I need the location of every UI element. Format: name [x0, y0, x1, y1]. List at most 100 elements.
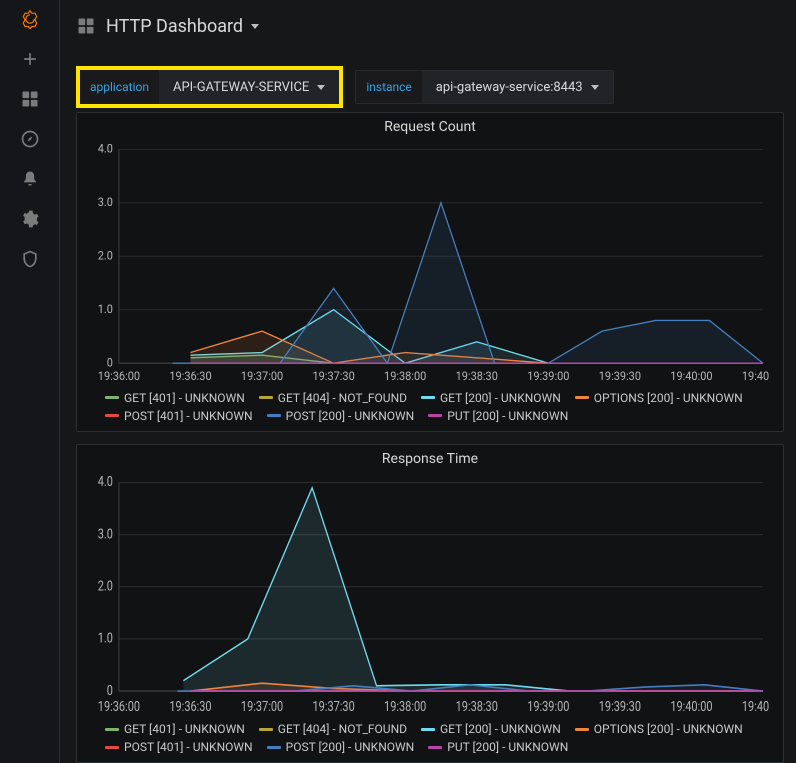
legend-item[interactable]: POST [401] - UNKNOWN — [105, 740, 253, 754]
legend: GET [401] - UNKNOWN GET [404] - NOT_FOUND… — [77, 387, 783, 425]
variable-bar: applicationAPI-GATEWAY-SERVICEinstanceap… — [76, 62, 784, 112]
legend: GET [401] - UNKNOWN GET [404] - NOT_FOUND… — [77, 718, 783, 756]
svg-text:2.0: 2.0 — [98, 578, 113, 595]
svg-text:2.0: 2.0 — [98, 249, 113, 262]
svg-text:19:37:30: 19:37:30 — [312, 370, 354, 383]
svg-text:3.0: 3.0 — [98, 196, 113, 209]
legend-label: POST [401] - UNKNOWN — [124, 409, 253, 423]
panel-title[interactable]: Response Time — [77, 445, 783, 471]
legend-swatch — [259, 396, 273, 399]
legend-label: GET [401] - UNKNOWN — [124, 391, 245, 405]
sidebar — [0, 0, 60, 763]
legend-swatch — [105, 746, 119, 749]
legend-label: GET [404] - NOT_FOUND — [278, 722, 407, 736]
shield-icon[interactable] — [19, 248, 41, 270]
legend-item[interactable]: OPTIONS [200] - UNKNOWN — [575, 391, 743, 405]
dashboard-icon — [76, 16, 96, 36]
svg-text:19:40:00: 19:40:00 — [670, 698, 712, 715]
legend-swatch — [428, 746, 442, 749]
variable-value[interactable]: API-GATEWAY-SERVICE — [159, 70, 339, 104]
panel-title[interactable]: Request Count — [77, 113, 783, 139]
plus-icon[interactable] — [19, 48, 41, 70]
dashboards-icon[interactable] — [19, 88, 41, 110]
dashboard-title-dropdown[interactable]: HTTP Dashboard — [106, 16, 259, 37]
legend-label: GET [200] - UNKNOWN — [440, 722, 561, 736]
logo-icon[interactable] — [19, 8, 41, 30]
svg-text:19:40:30: 19:40:30 — [742, 698, 769, 715]
svg-text:4.0: 4.0 — [98, 143, 113, 156]
legend-swatch — [575, 728, 589, 731]
legend-item[interactable]: GET [401] - UNKNOWN — [105, 722, 245, 736]
variable-value[interactable]: api-gateway-service:8443 — [422, 71, 613, 103]
legend-label: GET [200] - UNKNOWN — [440, 391, 561, 405]
svg-text:19:38:00: 19:38:00 — [384, 370, 426, 383]
svg-text:19:36:00: 19:36:00 — [98, 370, 140, 383]
legend-label: POST [200] - UNKNOWN — [286, 740, 415, 754]
dashboard-title: HTTP Dashboard — [106, 16, 243, 37]
legend-swatch — [267, 746, 281, 749]
svg-text:19:40:00: 19:40:00 — [670, 370, 712, 383]
svg-text:1.0: 1.0 — [98, 303, 113, 316]
chevron-down-icon — [251, 24, 259, 29]
panel-request-count: Request Count 0 1.0 2.0 3.0 4.0 19:36:00 19:36:… — [76, 112, 784, 432]
alert-icon[interactable] — [19, 168, 41, 190]
legend-item[interactable]: POST [200] - UNKNOWN — [267, 740, 415, 754]
legend-item[interactable]: POST [200] - UNKNOWN — [267, 409, 415, 423]
chevron-down-icon — [591, 85, 599, 90]
chart[interactable]: 0 1.0 2.0 3.0 4.0 19:36:00 19:36:30 19:37:00 19:… — [77, 471, 783, 719]
variable-select-instance[interactable]: instanceapi-gateway-service:8443 — [355, 70, 613, 104]
variable-select-application[interactable]: applicationAPI-GATEWAY-SERVICE — [76, 66, 343, 108]
legend-item[interactable]: POST [401] - UNKNOWN — [105, 409, 253, 423]
svg-text:19:38:00: 19:38:00 — [384, 698, 426, 715]
svg-text:19:38:30: 19:38:30 — [456, 698, 498, 715]
legend-label: OPTIONS [200] - UNKNOWN — [594, 391, 743, 405]
legend-swatch — [267, 414, 281, 417]
svg-text:0: 0 — [107, 356, 113, 369]
legend-swatch — [421, 396, 435, 399]
legend-item[interactable]: PUT [200] - UNKNOWN — [428, 740, 568, 754]
svg-text:19:40:30: 19:40:30 — [742, 370, 769, 383]
legend-item[interactable]: GET [401] - UNKNOWN — [105, 391, 245, 405]
svg-text:19:39:30: 19:39:30 — [599, 698, 641, 715]
svg-text:19:36:00: 19:36:00 — [98, 698, 140, 715]
svg-text:19:37:30: 19:37:30 — [313, 698, 355, 715]
svg-text:19:37:00: 19:37:00 — [241, 698, 283, 715]
svg-text:3.0: 3.0 — [98, 526, 113, 543]
svg-text:19:39:00: 19:39:00 — [527, 370, 569, 383]
legend-label: POST [401] - UNKNOWN — [124, 740, 253, 754]
legend-swatch — [259, 728, 273, 731]
main: Request Count 0 1.0 2.0 3.0 4.0 19:36:00 19:36:… — [76, 112, 784, 763]
configuration-icon[interactable] — [19, 208, 41, 230]
chart[interactable]: 0 1.0 2.0 3.0 4.0 19:36:00 19:36:30 19:37:00 19:… — [77, 139, 783, 387]
legend-item[interactable]: GET [404] - NOT_FOUND — [259, 391, 407, 405]
variable-label: application — [80, 70, 159, 104]
svg-text:19:36:30: 19:36:30 — [169, 370, 211, 383]
variable-label: instance — [356, 71, 421, 103]
legend-label: GET [404] - NOT_FOUND — [278, 391, 407, 405]
explore-icon[interactable] — [19, 128, 41, 150]
topbar: HTTP Dashboard — [60, 0, 796, 52]
chevron-down-icon — [317, 85, 325, 90]
legend-swatch — [428, 414, 442, 417]
legend-item[interactable]: GET [404] - NOT_FOUND — [259, 722, 407, 736]
svg-text:19:36:30: 19:36:30 — [169, 698, 211, 715]
legend-item[interactable]: PUT [200] - UNKNOWN — [428, 409, 568, 423]
legend-swatch — [105, 728, 119, 731]
legend-swatch — [105, 396, 119, 399]
svg-text:1.0: 1.0 — [98, 630, 113, 647]
legend-label: PUT [200] - UNKNOWN — [447, 740, 568, 754]
legend-item[interactable]: OPTIONS [200] - UNKNOWN — [575, 722, 743, 736]
svg-text:4.0: 4.0 — [98, 475, 113, 491]
svg-text:0: 0 — [107, 682, 113, 699]
legend-label: POST [200] - UNKNOWN — [286, 409, 415, 423]
legend-swatch — [421, 728, 435, 731]
legend-item[interactable]: GET [200] - UNKNOWN — [421, 391, 561, 405]
legend-label: GET [401] - UNKNOWN — [124, 722, 245, 736]
legend-swatch — [105, 414, 119, 417]
svg-text:19:37:00: 19:37:00 — [241, 370, 283, 383]
legend-item[interactable]: GET [200] - UNKNOWN — [421, 722, 561, 736]
svg-text:19:39:30: 19:39:30 — [599, 370, 641, 383]
svg-text:19:39:00: 19:39:00 — [527, 698, 569, 715]
legend-label: OPTIONS [200] - UNKNOWN — [594, 722, 743, 736]
legend-label: PUT [200] - UNKNOWN — [447, 409, 568, 423]
